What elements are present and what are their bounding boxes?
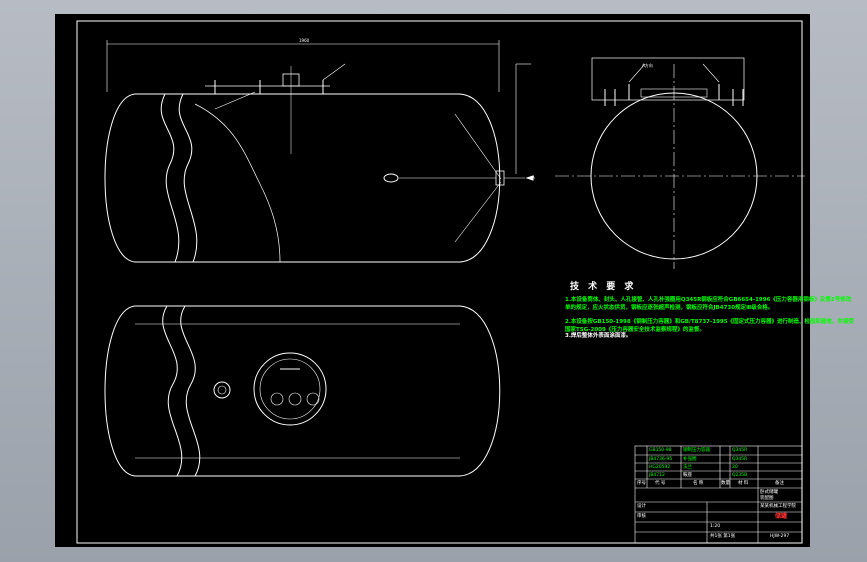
tech-requirement-2: 2.本设备按GB150-1998《钢制压力容器》和GB/T8737-1995《固… [565, 319, 855, 333]
tb-row-1-mat: Q345R [732, 448, 748, 453]
tb-header-mat: 材 料 [738, 481, 749, 486]
tb-row-2-name: 补强圈 [683, 457, 697, 462]
tb-row-3-name: 法兰 [683, 465, 692, 470]
tb-scale: 1:20 [710, 524, 721, 529]
tb-sheet-count: 共1张 第1张 [710, 534, 736, 539]
tb-company-name: 某某机械工程学院 [760, 504, 796, 509]
tb-row-4-name: 鞍座 [683, 473, 692, 478]
side-view-vessel [555, 57, 805, 269]
tb-design-label: 设计 [637, 504, 646, 509]
front-view-vessel [104, 40, 534, 263]
tb-header-name: 名 称 [693, 481, 704, 486]
tb-header-code: 代 号 [655, 481, 666, 486]
drawing-sheet[interactable]: 1960 A方向 A 技 术 要 求 1.本设备筒体、封头、人孔接管、人孔补强圈… [55, 14, 854, 547]
cad-viewport[interactable]: 1960 A方向 A 技 术 要 求 1.本设备筒体、封头、人孔接管、人孔补强圈… [0, 0, 867, 562]
tb-row-3-code: HG20592 [649, 465, 671, 470]
tb-header-qty: 数量 [721, 481, 730, 486]
plan-view-vessel [104, 305, 501, 477]
view-arrow-label: A [532, 175, 535, 180]
drawing-linework [76, 20, 805, 544]
tb-header-remark: 备注 [775, 481, 784, 486]
tb-row-1-code: GB150-98 [649, 448, 672, 453]
tb-drawing-no: HJW-297 [770, 534, 790, 539]
inner-border [76, 20, 803, 544]
tb-stamp: 储罐 [775, 513, 788, 520]
tb-row-3-mat: 20 [732, 465, 738, 470]
tech-requirements-title: 技 术 要 求 [570, 282, 637, 292]
top-dimension-label: 1960 [299, 38, 310, 43]
tb-drawing-title: 卧式储罐 [760, 490, 778, 495]
section-direction-label: A方向 [642, 63, 653, 68]
tb-row-4-code: JB4712 [649, 473, 665, 478]
tb-row-1-name: 钢制压力容器 [683, 448, 710, 453]
tb-row-2-code: JB4736-95 [649, 457, 673, 462]
tech-requirement-3: 3.焊后整体外表面涂面漆。 [565, 333, 632, 339]
tb-row-4-mat: Q235B [732, 473, 748, 478]
tb-header-no: 序号 [637, 481, 646, 486]
tb-row-2-mat: Q345R [732, 457, 748, 462]
tb-drawing-subtitle: 装配图 [760, 496, 774, 501]
tech-requirement-1: 1.本设备筒体、封头、人孔接管、人孔补强圈用Q345R钢板应符合GB6654-1… [565, 297, 852, 311]
tb-check-label: 审核 [637, 514, 646, 519]
